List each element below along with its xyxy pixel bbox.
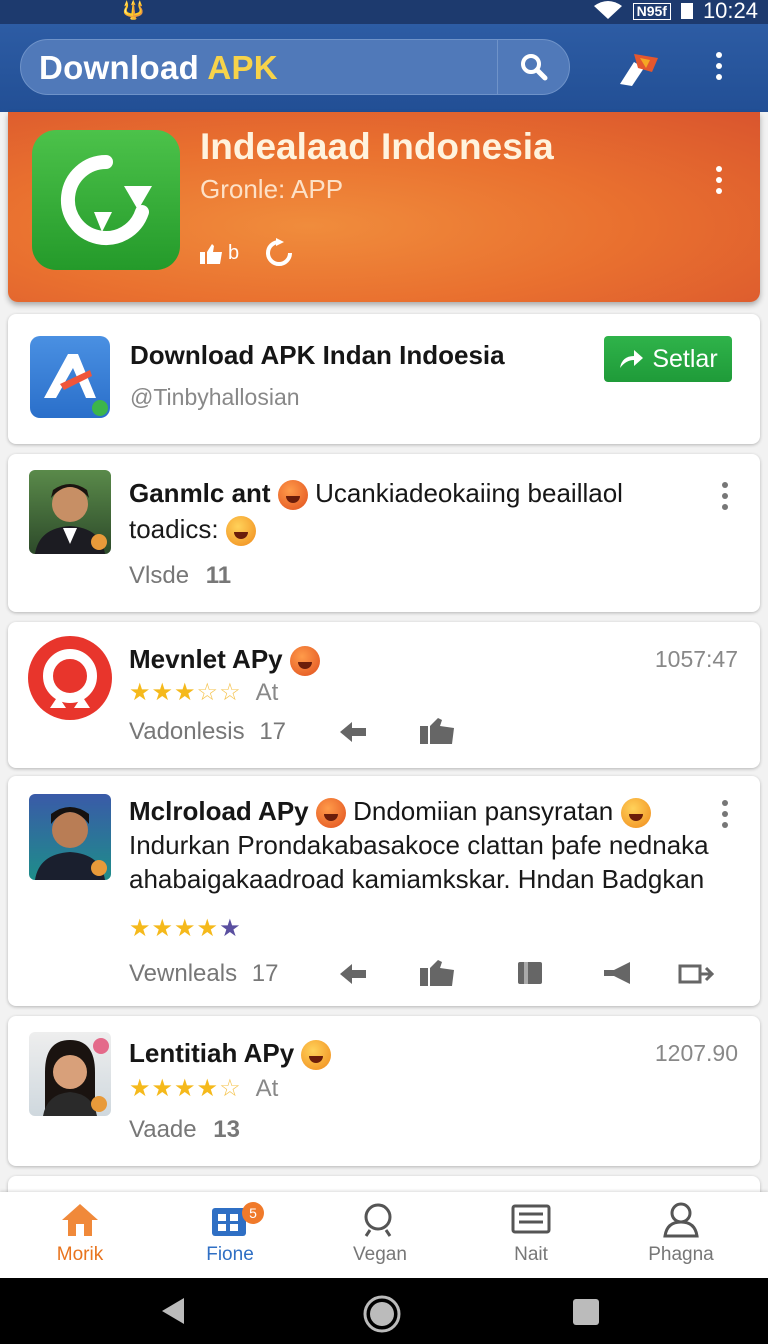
hero-banner[interactable]: Indealaad Indonesia Gronle: APP b — [8, 112, 760, 302]
hero-subtitle: Gronle: APP — [200, 174, 344, 204]
thumbs-up-icon — [200, 243, 222, 264]
post-card[interactable]: Mclroload APy Dndomiian pansyratan Indur… — [8, 776, 760, 1006]
list-icon — [511, 1204, 551, 1234]
post-author: Mevnlet APy — [129, 644, 320, 677]
hero-title: Indealaad Indonesia — [200, 126, 554, 167]
search-icon — [521, 54, 548, 81]
recents-icon[interactable] — [572, 1298, 600, 1326]
views-count: 11 — [205, 562, 232, 589]
share-arrow-icon — [620, 350, 644, 368]
post-author: Mclroload APy Dndomiian pansyratan — [129, 796, 651, 829]
emoji-icon — [289, 646, 320, 677]
search-button[interactable] — [497, 40, 569, 94]
nav-list[interactable]: Nait — [461, 1192, 601, 1278]
share-button[interactable]: Setlar — [604, 336, 732, 382]
post-card[interactable]: Ganmlc ant Ucankiadeokaiing beaillaol to… — [8, 454, 760, 612]
featured-app-icon — [30, 336, 110, 418]
rating-stars: ★★★★★ — [129, 915, 242, 942]
emoji-icon — [315, 798, 346, 829]
avatar[interactable] — [29, 470, 111, 554]
send-icon[interactable] — [678, 962, 714, 986]
post-views: Vlsde 11 — [129, 562, 232, 589]
megaphone-icon[interactable] — [602, 960, 636, 986]
post-author: Ganmlc ant Ucankiadeokaiing beaillaol — [129, 478, 623, 511]
person-portrait-icon — [35, 484, 107, 554]
clock: 10:24 — [702, 0, 758, 23]
app-title: Download APK — [39, 49, 278, 86]
avatar[interactable] — [29, 1032, 111, 1116]
reply-icon[interactable] — [338, 962, 368, 986]
person-portrait-icon — [35, 807, 107, 880]
rating-stars: ★★★★☆ At — [129, 1075, 279, 1102]
bookmark-icon[interactable] — [516, 960, 544, 986]
post-stats: Vadonlesis 17 — [129, 718, 287, 745]
refresh-arrow-icon — [60, 155, 152, 245]
emoji-icon — [301, 1040, 332, 1071]
back-icon[interactable] — [160, 1296, 186, 1326]
nav-profile[interactable]: Phagna — [611, 1192, 751, 1278]
app-bar: Download APK — [0, 24, 768, 112]
hero-menu-icon[interactable] — [716, 166, 722, 199]
network-indicator: N95f — [632, 2, 671, 20]
reply-icon[interactable] — [338, 720, 368, 744]
featured-app-card[interactable]: Download APK Indan Indoesia @Tinbyhallos… — [8, 314, 760, 444]
views-count: 13 — [213, 1116, 240, 1143]
nav-home[interactable]: Morik — [10, 1192, 150, 1278]
post-views: Vaade 13 — [129, 1116, 240, 1143]
post-card[interactable]: Mevnlet APy 1057:47 ★★★☆☆ At Vadonlesis 1… — [8, 622, 760, 768]
post-card[interactable]: Lentitiah APy 1207.90 ★★★★☆ At Vaade 13 — [8, 1016, 760, 1166]
app-logo — [32, 130, 180, 270]
post-timestamp: 1207.90 — [654, 1040, 738, 1066]
system-navigation-bar — [0, 1278, 768, 1344]
wifi-icon — [593, 1, 622, 19]
nav-apps[interactable]: 5 Fione — [160, 1192, 300, 1278]
featured-app-handle: @Tinbyhallosian — [130, 384, 300, 410]
emoji-icon — [225, 516, 256, 547]
status-bar: 🔱 N95f 10:24 — [0, 0, 768, 24]
battery-icon — [680, 3, 693, 19]
app-a-icon — [44, 354, 108, 416]
overflow-menu-icon[interactable] — [716, 52, 722, 85]
search-icon — [364, 1203, 392, 1237]
post-timestamp: 1057:47 — [654, 646, 738, 672]
q-logo-icon — [43, 649, 97, 708]
person-portrait-icon — [43, 1038, 109, 1116]
post-menu-icon[interactable] — [722, 482, 728, 515]
rating-stars: ★★★☆☆ At — [129, 679, 279, 706]
post-stats: Vewnleals 17 — [129, 960, 279, 987]
search-bar[interactable]: Download APK — [20, 39, 570, 95]
usb-icon: 🔱 — [122, 0, 145, 20]
app-q-logo[interactable] — [28, 636, 112, 720]
like-icon[interactable] — [420, 960, 456, 986]
emoji-icon — [620, 798, 651, 829]
profile-icon — [663, 1202, 699, 1238]
emoji-icon — [277, 480, 308, 511]
home-icon — [62, 1204, 98, 1236]
notification-badge: 5 — [242, 1202, 264, 1224]
post-author: Lentitiah APy — [129, 1038, 332, 1071]
post-text: Indurkan Prondakabasakoce clattan þafe n… — [129, 830, 709, 894]
home-button-icon[interactable] — [362, 1294, 402, 1334]
like-icon[interactable] — [420, 718, 456, 744]
post-text: toadics: — [129, 512, 256, 547]
hero-likes[interactable]: b — [200, 242, 239, 265]
nav-search[interactable]: Vegan — [310, 1192, 450, 1278]
bottom-navigation: Morik 5 Fione Vegan Nait Phagna — [0, 1192, 768, 1278]
featured-app-title: Download APK Indan Indoesia — [130, 340, 505, 370]
flag-icon[interactable] — [616, 50, 662, 88]
sync-icon[interactable] — [264, 238, 294, 268]
avatar[interactable] — [29, 794, 111, 880]
